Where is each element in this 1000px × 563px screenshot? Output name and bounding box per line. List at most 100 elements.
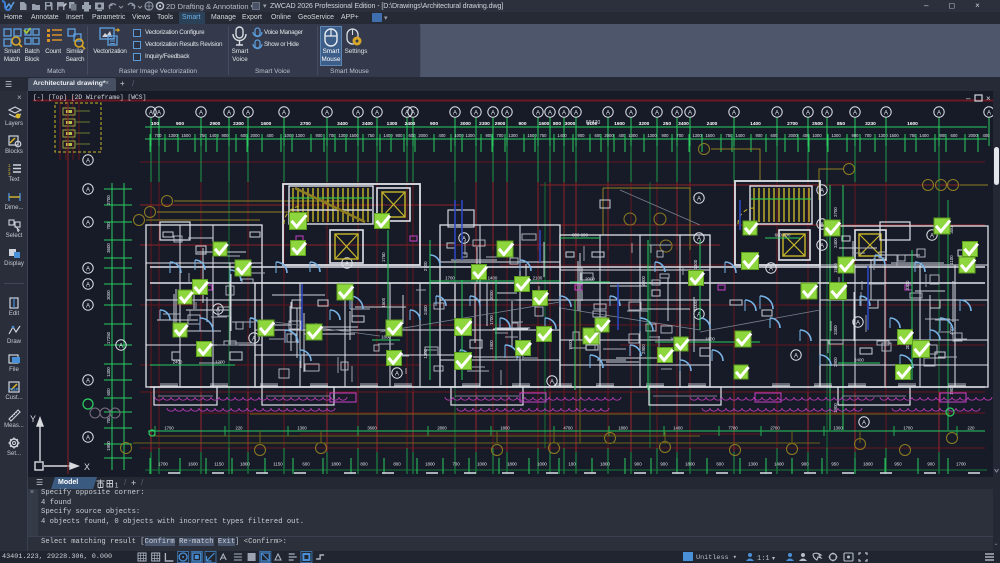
svg-text:2900: 2900 bbox=[495, 121, 506, 127]
svg-text:1500: 1500 bbox=[889, 133, 899, 138]
svg-text:2400: 2400 bbox=[405, 121, 416, 127]
svg-text:700: 700 bbox=[155, 133, 163, 138]
svg-text:3230: 3230 bbox=[865, 121, 876, 127]
svg-text:1800: 1800 bbox=[618, 426, 628, 431]
svg-text:220: 220 bbox=[968, 426, 976, 431]
svg-text:A: A bbox=[629, 110, 633, 116]
svg-text:A: A bbox=[86, 221, 90, 227]
svg-text:1900: 1900 bbox=[106, 441, 111, 451]
svg-text:800 600: 800 600 bbox=[572, 233, 588, 238]
svg-text:7900: 7900 bbox=[568, 340, 573, 350]
svg-text:900: 900 bbox=[176, 121, 184, 127]
svg-text:1400: 1400 bbox=[209, 133, 219, 138]
svg-text:1300: 1300 bbox=[831, 133, 841, 138]
svg-text:2500: 2500 bbox=[812, 121, 823, 127]
svg-text:3600: 3600 bbox=[106, 243, 111, 253]
svg-text:1750: 1750 bbox=[381, 252, 386, 262]
svg-text:1700: 1700 bbox=[158, 462, 168, 467]
svg-text:A: A bbox=[550, 380, 554, 386]
svg-text:A: A bbox=[199, 110, 203, 116]
svg-text:1800: 1800 bbox=[500, 426, 510, 431]
svg-text:1000: 1000 bbox=[477, 462, 487, 467]
svg-text:2400: 2400 bbox=[707, 121, 718, 127]
svg-text:700: 700 bbox=[497, 133, 505, 138]
svg-text:1150: 1150 bbox=[273, 462, 283, 467]
svg-text:400: 400 bbox=[439, 133, 447, 138]
svg-text:1800: 1800 bbox=[685, 462, 695, 467]
svg-text:1200: 1200 bbox=[215, 360, 225, 365]
svg-text:A: A bbox=[86, 379, 90, 385]
svg-text:2400: 2400 bbox=[854, 358, 864, 363]
svg-text:1700: 1700 bbox=[903, 426, 913, 431]
svg-text:1600: 1600 bbox=[261, 121, 272, 127]
svg-text:A: A bbox=[246, 110, 250, 116]
svg-text:400: 400 bbox=[267, 133, 275, 138]
svg-text:A: A bbox=[157, 110, 161, 116]
svg-text:A: A bbox=[411, 110, 415, 116]
svg-text:1300: 1300 bbox=[338, 133, 348, 138]
svg-text:700: 700 bbox=[677, 133, 685, 138]
svg-text:A: A bbox=[149, 110, 153, 116]
svg-text:1700: 1700 bbox=[956, 462, 966, 467]
svg-text:A: A bbox=[987, 110, 991, 116]
svg-text:A: A bbox=[732, 110, 736, 116]
svg-text:2300: 2300 bbox=[233, 121, 244, 127]
svg-text:3300: 3300 bbox=[905, 280, 910, 290]
svg-text:A: A bbox=[675, 110, 679, 116]
svg-text:600: 600 bbox=[771, 133, 779, 138]
svg-text:1300: 1300 bbox=[692, 133, 702, 138]
svg-text:700: 700 bbox=[452, 462, 460, 467]
svg-text:A: A bbox=[806, 110, 810, 116]
svg-text:1500: 1500 bbox=[381, 297, 386, 307]
svg-text:1500: 1500 bbox=[705, 133, 715, 138]
svg-text:1500: 1500 bbox=[181, 133, 191, 138]
svg-text:900: 900 bbox=[756, 133, 764, 138]
svg-text:[-] [Top] [2D Wireframe] [WCS]: [-] [Top] [2D Wireframe] [WCS] bbox=[33, 94, 146, 101]
svg-text:1000: 1000 bbox=[812, 133, 822, 138]
svg-text:600 800: 600 800 bbox=[775, 233, 791, 238]
svg-text:A: A bbox=[825, 110, 829, 116]
svg-text:Y: Y bbox=[30, 414, 36, 424]
svg-text:1800: 1800 bbox=[863, 462, 873, 467]
svg-text:3300: 3300 bbox=[833, 325, 838, 335]
svg-text:A: A bbox=[655, 110, 659, 116]
svg-text:2700: 2700 bbox=[770, 426, 780, 431]
svg-text:3400: 3400 bbox=[337, 121, 348, 127]
svg-text:2100: 2100 bbox=[533, 276, 543, 281]
svg-text:2400: 2400 bbox=[423, 305, 428, 315]
svg-text:A: A bbox=[574, 110, 578, 116]
svg-text:800: 800 bbox=[553, 121, 561, 127]
svg-text:600: 600 bbox=[951, 133, 959, 138]
svg-text:A: A bbox=[395, 372, 399, 378]
svg-text:1700: 1700 bbox=[445, 276, 455, 281]
svg-text:600: 600 bbox=[716, 462, 724, 467]
svg-text:2900: 2900 bbox=[210, 121, 221, 127]
svg-text:A: A bbox=[86, 267, 90, 273]
svg-text:1600: 1600 bbox=[907, 121, 918, 127]
svg-text:A: A bbox=[325, 110, 329, 116]
svg-text:2000: 2000 bbox=[968, 133, 978, 138]
svg-text:7700: 7700 bbox=[728, 426, 738, 431]
svg-text:A: A bbox=[853, 110, 857, 116]
svg-text:1800: 1800 bbox=[331, 462, 341, 467]
svg-text:220: 220 bbox=[236, 426, 244, 431]
svg-text:A: A bbox=[536, 110, 540, 116]
svg-text:A: A bbox=[86, 159, 90, 165]
svg-text:A: A bbox=[930, 234, 934, 240]
svg-text:3400: 3400 bbox=[678, 121, 689, 127]
svg-text:900: 900 bbox=[927, 462, 935, 467]
svg-text:2000: 2000 bbox=[604, 133, 614, 138]
svg-text:▾: ▾ bbox=[772, 556, 775, 562]
svg-text:3000: 3000 bbox=[489, 290, 494, 300]
svg-text:2700: 2700 bbox=[787, 121, 798, 127]
svg-text:2700: 2700 bbox=[833, 207, 838, 217]
svg-text:1400: 1400 bbox=[557, 133, 567, 138]
svg-text:1900: 1900 bbox=[489, 340, 494, 350]
svg-text:1300: 1300 bbox=[423, 348, 428, 358]
svg-text:2700: 2700 bbox=[300, 121, 311, 127]
svg-text:2800: 2800 bbox=[437, 426, 447, 431]
svg-text:900: 900 bbox=[852, 133, 860, 138]
svg-text:A: A bbox=[453, 110, 457, 116]
svg-text:1300: 1300 bbox=[297, 426, 307, 431]
svg-text:3000: 3000 bbox=[460, 121, 471, 127]
